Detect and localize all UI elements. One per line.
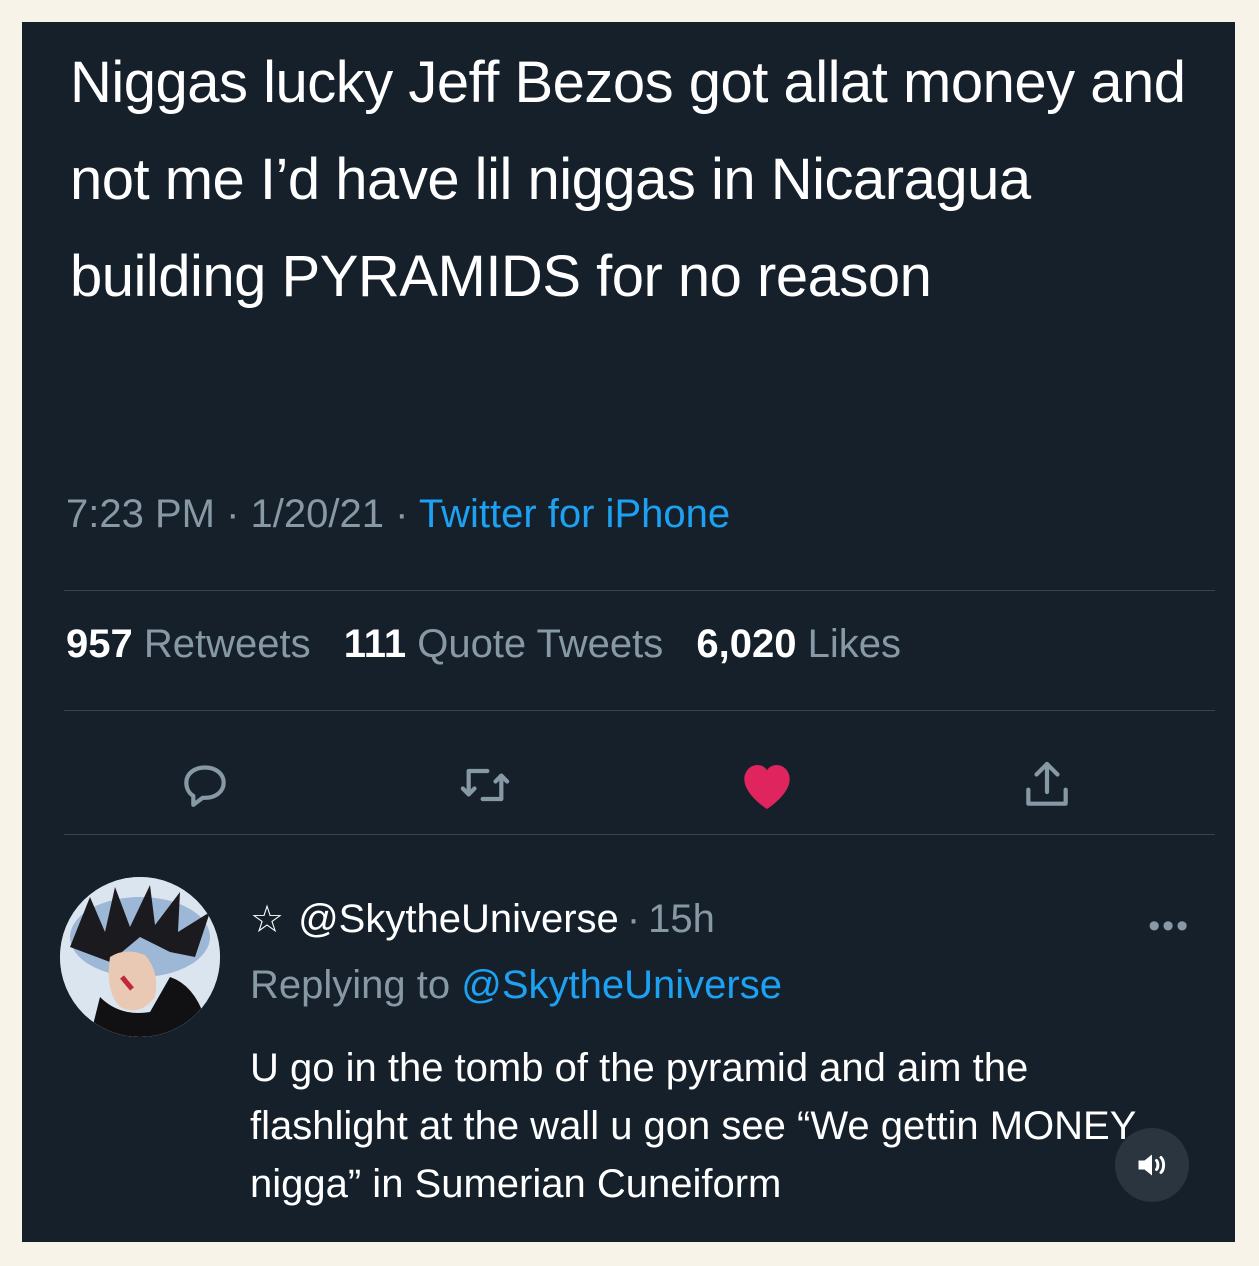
tweet-meta: 7:23 PM · 1/20/21 · Twitter for iPhone xyxy=(66,492,730,537)
retweets-count: 957 xyxy=(66,622,133,666)
quotes-count: 111 xyxy=(343,622,407,666)
divider xyxy=(64,710,1215,711)
divider xyxy=(64,834,1215,835)
meta-separator: · xyxy=(226,492,240,536)
reply-header: ☆ @SkytheUniverse · 15h xyxy=(250,897,715,942)
divider xyxy=(64,590,1215,591)
likes-count: 6,020 xyxy=(696,622,797,666)
star-icon: ☆ xyxy=(250,899,285,941)
speaker-icon xyxy=(1138,1154,1166,1176)
heart-icon xyxy=(744,765,790,809)
quotes-label: Quote Tweets xyxy=(417,622,664,666)
replying-prefix: Replying to xyxy=(250,963,451,1007)
reply-age: 15h xyxy=(648,897,715,941)
tweet-stats: 957 Retweets 111 Quote Tweets 6,020 Like… xyxy=(66,622,901,667)
reply-handle[interactable]: @SkytheUniverse xyxy=(298,897,619,942)
reply-button[interactable] xyxy=(172,752,238,818)
likes-label: Likes xyxy=(807,622,902,666)
retweets-label: Retweets xyxy=(143,622,311,666)
avatar[interactable] xyxy=(60,877,220,1037)
meta-separator: · xyxy=(395,492,409,536)
replying-to: Replying to @SkytheUniverse xyxy=(250,963,782,1008)
tweet-actions xyxy=(22,752,1235,822)
sound-button[interactable] xyxy=(1115,1128,1189,1202)
likes-stat[interactable]: 6,020 Likes xyxy=(696,622,901,666)
retweets-stat[interactable]: 957 Retweets xyxy=(66,622,311,666)
reply-tweet[interactable]: ☆ @SkytheUniverse · 15h ••• Replying to … xyxy=(60,877,1220,1242)
reply-text: U go in the tomb of the pyramid and aim … xyxy=(250,1046,1136,1206)
replying-mention[interactable]: @SkytheUniverse xyxy=(461,963,782,1007)
tweet-date: 1/20/21 xyxy=(250,492,385,536)
tweet-screen: Niggas lucky Jeff Bezos got allat money … xyxy=(22,22,1235,1242)
tweet-time: 7:23 PM xyxy=(66,492,215,536)
quotes-stat[interactable]: 111 Quote Tweets xyxy=(344,622,664,666)
avatar-image xyxy=(60,877,220,1037)
comment-icon xyxy=(184,765,226,807)
tweet-text: Niggas lucky Jeff Bezos got allat money … xyxy=(70,50,1186,309)
retweet-icon xyxy=(460,768,510,802)
like-button[interactable] xyxy=(734,752,800,818)
tweet-source-link[interactable]: Twitter for iPhone xyxy=(419,492,730,536)
header-separator: · xyxy=(626,897,641,941)
retweet-button[interactable] xyxy=(452,752,518,818)
more-options-icon[interactable]: ••• xyxy=(1148,907,1190,946)
share-icon xyxy=(1026,761,1068,806)
share-button[interactable] xyxy=(1014,752,1080,818)
